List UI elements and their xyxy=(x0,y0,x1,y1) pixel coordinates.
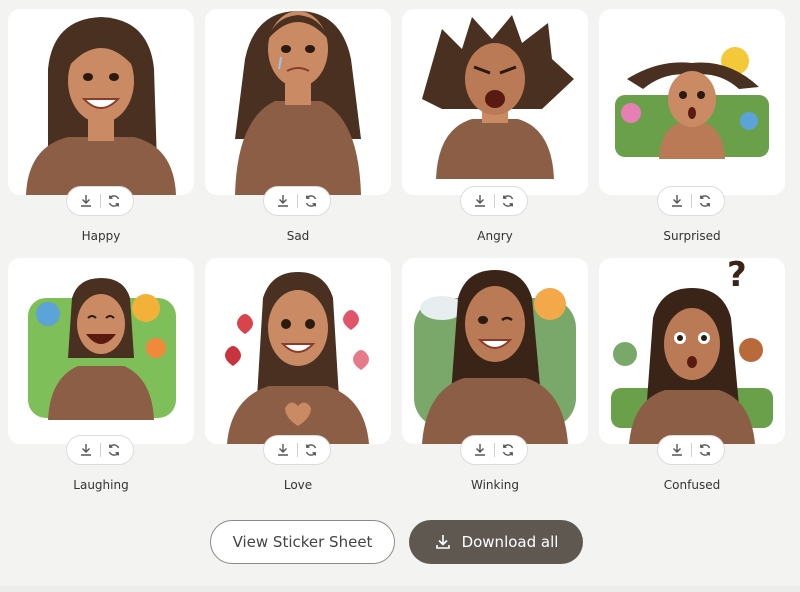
sticker-label: Winking xyxy=(470,478,520,492)
sticker-actions xyxy=(66,186,134,216)
download-icon xyxy=(475,195,485,207)
refresh-icon xyxy=(502,444,514,456)
sticker-image[interactable] xyxy=(8,258,194,444)
download-icon xyxy=(278,195,288,207)
sticker-image[interactable] xyxy=(205,9,391,195)
sticker-actions xyxy=(263,435,331,465)
regenerate-button[interactable] xyxy=(695,191,715,211)
sticker-actions xyxy=(66,435,134,465)
view-sticker-sheet-label: View Sticker Sheet xyxy=(232,533,373,551)
download-all-label: Download all xyxy=(461,533,559,551)
sticker-actions xyxy=(460,435,528,465)
regenerate-button[interactable] xyxy=(104,440,124,460)
sticker-actions xyxy=(657,435,725,465)
sticker-label: Sad xyxy=(286,229,310,243)
regenerate-button[interactable] xyxy=(301,440,321,460)
sticker-image[interactable] xyxy=(8,9,194,195)
view-sticker-sheet-button[interactable]: View Sticker Sheet xyxy=(210,520,395,564)
sticker-label: Love xyxy=(283,478,313,492)
sticker-label: Laughing xyxy=(73,478,129,492)
divider xyxy=(690,443,692,457)
regenerate-button[interactable] xyxy=(104,191,124,211)
sticker-actions xyxy=(657,186,725,216)
regenerate-button[interactable] xyxy=(695,440,715,460)
regenerate-button[interactable] xyxy=(301,191,321,211)
sticker-actions xyxy=(263,186,331,216)
download-icon xyxy=(81,195,91,207)
refresh-icon xyxy=(108,195,120,207)
sticker-image[interactable] xyxy=(205,258,391,444)
svg-text:?: ? xyxy=(727,258,747,295)
sticker-card-love: Love xyxy=(205,258,391,507)
download-button[interactable] xyxy=(76,191,96,211)
divider xyxy=(690,194,692,208)
refresh-icon xyxy=(699,195,711,207)
sticker-label: Surprised xyxy=(663,229,721,243)
sticker-card-winking: Winking xyxy=(402,258,588,507)
download-button[interactable] xyxy=(273,440,293,460)
sticker-card-happy: Happy xyxy=(8,9,194,258)
divider xyxy=(493,443,495,457)
divider xyxy=(493,194,495,208)
download-icon xyxy=(672,444,682,456)
refresh-icon xyxy=(305,444,317,456)
download-button[interactable] xyxy=(76,440,96,460)
download-icon xyxy=(278,444,288,456)
sticker-image[interactable] xyxy=(599,9,785,195)
download-button[interactable] xyxy=(667,440,687,460)
sticker-card-laughing: Laughing xyxy=(8,258,194,507)
sticker-label: Confused xyxy=(663,478,721,492)
download-button[interactable] xyxy=(273,191,293,211)
download-button[interactable] xyxy=(470,440,490,460)
refresh-icon xyxy=(305,195,317,207)
footer-strip xyxy=(0,586,800,592)
sticker-actions xyxy=(460,186,528,216)
sticker-card-sad: Sad xyxy=(205,9,391,258)
sticker-label: Happy xyxy=(81,229,121,243)
divider xyxy=(296,194,298,208)
download-button[interactable] xyxy=(470,191,490,211)
sticker-card-surprised: Surprised xyxy=(599,9,785,258)
refresh-icon xyxy=(502,195,514,207)
download-button[interactable] xyxy=(667,191,687,211)
divider xyxy=(296,443,298,457)
download-icon xyxy=(435,535,450,549)
refresh-icon xyxy=(108,444,120,456)
download-icon xyxy=(81,444,91,456)
download-icon xyxy=(475,444,485,456)
sticker-card-confused: ? Confused xyxy=(599,258,785,507)
download-icon xyxy=(672,195,682,207)
sticker-image[interactable]: ? xyxy=(599,258,785,444)
bottom-actions: View Sticker Sheet Download all xyxy=(0,510,800,592)
divider xyxy=(99,194,101,208)
regenerate-button[interactable] xyxy=(498,191,518,211)
sticker-card-angry: Angry xyxy=(402,9,588,258)
sticker-image[interactable] xyxy=(402,9,588,195)
divider xyxy=(99,443,101,457)
sticker-label: Angry xyxy=(477,229,513,243)
regenerate-button[interactable] xyxy=(498,440,518,460)
sticker-image[interactable] xyxy=(402,258,588,444)
refresh-icon xyxy=(699,444,711,456)
download-all-button[interactable]: Download all xyxy=(409,520,583,564)
sticker-grid: Happy Sad Angry Surprised Laughing Love … xyxy=(8,9,785,507)
